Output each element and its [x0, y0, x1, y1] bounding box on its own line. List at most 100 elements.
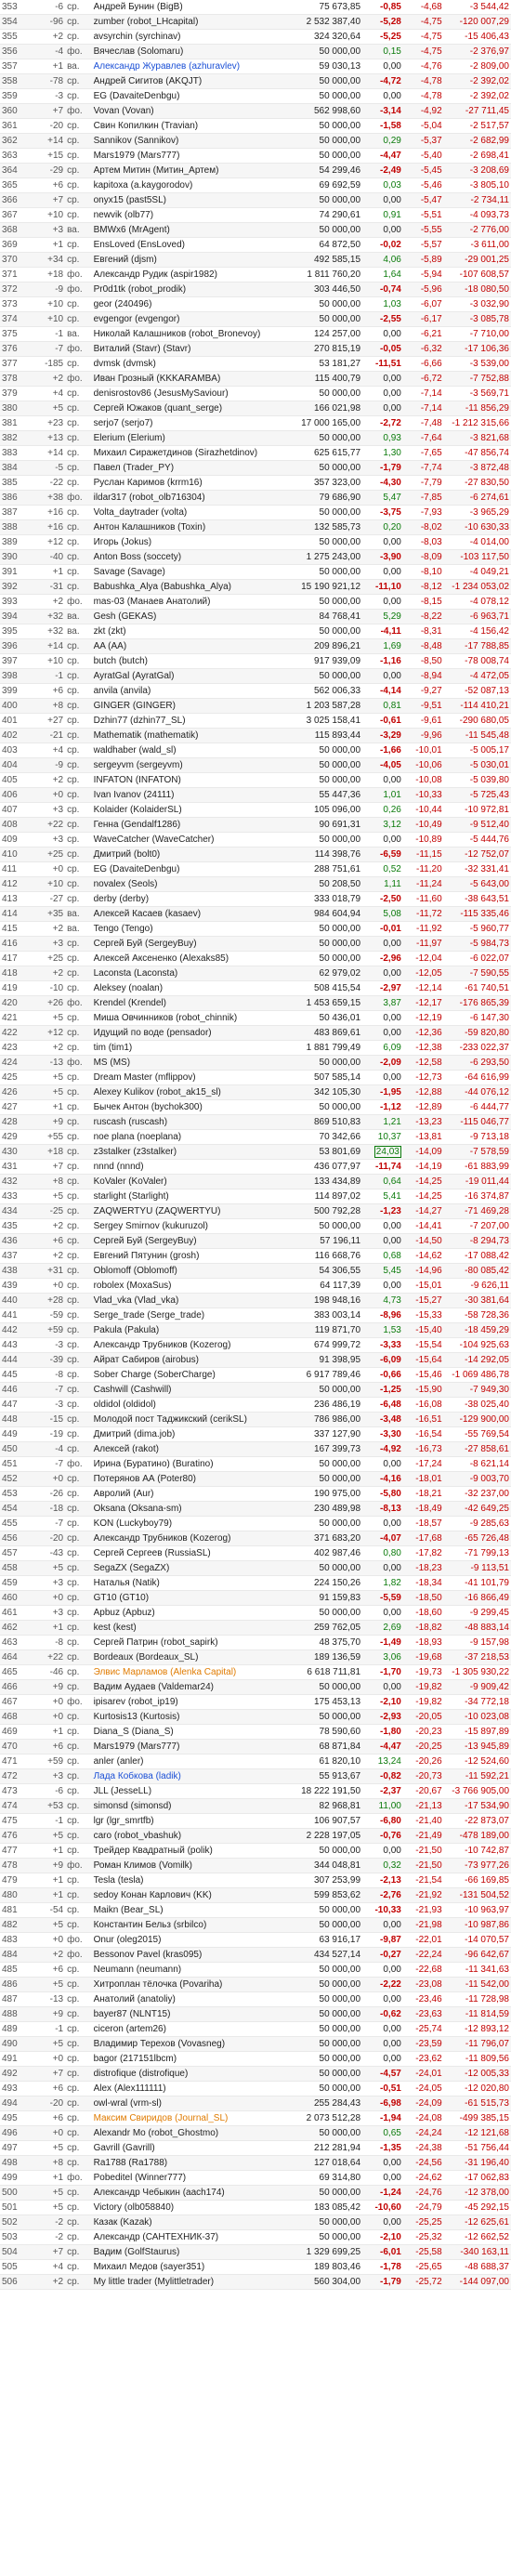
table-row[interactable]: 429 +55 ср. noe plana (noeplana) 70 342,66 10… [0, 1129, 511, 1145]
participant-name-cell[interactable]: Алексей Касаев (kasaev) [91, 906, 275, 922]
table-row[interactable]: 469 +1 ср. Diana_S (Diana_S) 78 590,60 -1,80-… [0, 1724, 511, 1740]
table-row[interactable]: 436 +6 ср. Сергей Буй (SergeyBuy) 57 196,11 0… [0, 1233, 511, 1249]
participant-name-cell[interactable]: EG (DavaiteDenbgu) [91, 861, 275, 877]
participant-name-cell[interactable]: GT10 (GT10) [91, 1590, 275, 1606]
table-row[interactable]: 454 -18 ср. Oksana (Oksana-sm) 230 489,98 -8,… [0, 1501, 511, 1517]
table-row[interactable]: 372 -9 фо. Pr0d1tk (robot_prodik) 303 446,50… [0, 282, 511, 297]
participant-name-cell[interactable]: Krendel (Krendel) [91, 995, 275, 1011]
table-row[interactable]: 450 -4 ср. Алексей (rakot) 167 399,73 -4,92 -1… [0, 1441, 511, 1457]
participant-name-cell[interactable]: Андрей Сигитов (AKQJT) [91, 73, 275, 89]
table-row[interactable]: 501 +5 ср. Victory (olb058840) 183 085,42 -10… [0, 2200, 511, 2215]
participant-name-cell[interactable]: Михаил Сиражетдинов (Sirazhetdinov) [91, 445, 275, 461]
participant-name-cell[interactable]: Генна (Gendalf1286) [91, 817, 275, 833]
participant-name-cell[interactable]: denisrostov86 (JesusMySaviour) [91, 386, 275, 401]
table-row[interactable]: 380 +5 ср. Сергей Южаков (quant_serge) 166 0… [0, 401, 511, 416]
participant-name-cell[interactable]: Oksana (Oksana-sm) [91, 1501, 275, 1517]
table-row[interactable]: 443 -3 ср. Александр Трубников (Kozerog) 674… [0, 1337, 511, 1353]
table-row[interactable]: 388 +16 ср. Антон Калашников (Toxin) 132 585… [0, 519, 511, 535]
participant-name-cell[interactable]: Mars1979 (Mars777) [91, 1739, 275, 1755]
table-row[interactable]: 460 +0 ср. GT10 (GT10) 91 159,83 -5,59 -18,50-… [0, 1590, 511, 1606]
table-row[interactable]: 371 +18 фо. Александр Рудик (aspir1982) 1 81… [0, 267, 511, 283]
participant-name-cell[interactable]: Александр Трубников (Kozerog) [91, 1337, 275, 1353]
participant-name-cell[interactable]: Иван Грозный (KKKARAMBA) [91, 371, 275, 387]
participant-name-cell[interactable]: Tengo (Tengo) [91, 921, 275, 937]
table-row[interactable]: 456 -20 ср. Александр Трубников (Kozerog) 37… [0, 1531, 511, 1546]
participant-name-cell[interactable]: sergeyvm (sergeyvm) [91, 757, 275, 773]
table-row[interactable]: 362 +14 ср. Sannikov (Sannikov) 50 000,00 0,2… [0, 133, 511, 149]
table-row[interactable]: 474 +53 ср. simonsd (simonsd) 82 968,81 11,00… [0, 1798, 511, 1814]
table-row[interactable]: 475 -1 ср. lgr (lgr_smrtfb) 106 907,57 -6,80-… [0, 1813, 511, 1829]
participant-name-cell[interactable]: onyx15 (past5SL) [91, 192, 275, 208]
table-row[interactable]: 385 -22 ср. Руслан Каримов (krrm16) 357 323,… [0, 475, 511, 491]
table-row[interactable]: 452 +0 ср. Потерянов АА (Poter80) 50 000,00-… [0, 1471, 511, 1487]
participant-name-cell[interactable]: anler (anler) [91, 1754, 275, 1769]
table-row[interactable]: 503 -2 ср. Александр (САНТЕХНИК-37) 50 000,0… [0, 2229, 511, 2245]
table-row[interactable]: 442 +59 ср. Pakula (Pakula) 119 871,70 1,53 -1… [0, 1322, 511, 1338]
participant-name-cell[interactable]: mas-03 (Манаев Анатолий) [91, 594, 275, 610]
table-row[interactable]: 376 -7 фо. Виталий (Stavr) (Stavr) 270 815,1… [0, 341, 511, 357]
table-row[interactable]: 420 +26 фо. Krendel (Krendel) 1 453 659,15 3,… [0, 995, 511, 1011]
participant-name-cell[interactable]: distrofique (distrofique) [91, 2066, 275, 2082]
participant-name-cell[interactable]: newvik (olb77) [91, 207, 275, 223]
table-row[interactable]: 381 +23 ср. serjo7 (serjo7) 17 000 165,00 -2,… [0, 415, 511, 431]
participant-name-cell[interactable]: waldhaber (wald_sl) [91, 743, 275, 758]
participant-name-cell[interactable]: INFATON (INFATON) [91, 772, 275, 788]
participant-name-cell[interactable]: Mars1979 (Mars777) [91, 148, 275, 164]
table-row[interactable]: 477 +1 ср. Трейдер Квадратный (polik) 50 000… [0, 1843, 511, 1859]
participant-name-cell[interactable]: Потерянов АА (Poter80) [91, 1471, 275, 1487]
participant-name-cell[interactable]: Gesh (GEKAS) [91, 609, 275, 624]
table-row[interactable]: 370 +34 ср. Евгений (djsm) 492 585,15 4,06 -5,… [0, 252, 511, 268]
table-row[interactable]: 375 -1 ва. Николай Калашников (robot_Bronev… [0, 326, 511, 342]
table-row[interactable]: 440 +28 ср. Vlad_vka (Vlad_vka) 198 948,16 4,… [0, 1293, 511, 1308]
participant-name-cell[interactable]: Pakula (Pakula) [91, 1322, 275, 1338]
table-row[interactable]: 446 -7 ср. Cashwill (Cashwill) 50 000,00 -1,2… [0, 1382, 511, 1398]
participant-name-cell[interactable]: SegaZX (SegaZX) [91, 1560, 275, 1576]
table-row[interactable]: 473 -6 ср. JLL (JesseLL) 18 222 191,50 -2,37-… [0, 1783, 511, 1799]
participant-name-cell[interactable]: EnsLoved (EnsLoved) [91, 237, 275, 253]
participant-name-cell[interactable]: Sergey Smirnov (kukuruzol) [91, 1218, 275, 1234]
table-row[interactable]: 365 +6 ср. kapitoxa (a.kaygorodov) 69 692,59… [0, 177, 511, 193]
participant-name-cell[interactable]: Dzhin77 (dzhin77_SL) [91, 713, 275, 729]
table-row[interactable]: 408 +22 ср. Генна (Gendalf1286) 90 691,31 3,1… [0, 817, 511, 833]
table-row[interactable]: 359 -3 ср. EG (DavaiteDenbgu) 50 000,00 0,00-… [0, 88, 511, 104]
table-row[interactable]: 409 +3 ср. WaveCatcher (WaveCatcher) 50 000,… [0, 832, 511, 848]
participant-name-cell[interactable]: KoValer (KoValer) [91, 1174, 275, 1189]
table-row[interactable]: 505 +4 ср. Михаил Медов (sayer351) 189 803,4… [0, 2259, 511, 2275]
participant-name-cell[interactable]: Идущий по воде (pensador) [91, 1025, 275, 1041]
participant-name-cell[interactable]: Антон Калашников (Toxin) [91, 519, 275, 535]
table-row[interactable]: 423 +2 ср. tim (tim1) 1 881 799,49 6,09 -12,38… [0, 1040, 511, 1056]
table-row[interactable]: 430 +18 ср. z3stalker (z3stalker) 53 801,69 2… [0, 1144, 511, 1160]
participant-name-cell[interactable]: Oblomoff (Oblomoff) [91, 1263, 275, 1279]
participant-name-cell[interactable]: Volta_daytrader (volta) [91, 505, 275, 520]
participant-name-cell[interactable]: Молодой пост Таджикский (cerikSL) [91, 1412, 275, 1427]
participant-name-cell[interactable]: Дмитрий (bolt0) [91, 847, 275, 862]
table-row[interactable]: 396 +14 ср. AA (AA) 209 896,21 1,69 -8,48 -17 7… [0, 638, 511, 654]
table-row[interactable]: 391 +1 ср. Savage (Savage) 50 000,00 0,00 -8,1… [0, 564, 511, 580]
participant-name-cell[interactable]: GINGER (GINGER) [91, 698, 275, 714]
table-row[interactable]: 422 +12 ср. Идущий по воде (pensador) 483 86… [0, 1025, 511, 1041]
table-row[interactable]: 384 -5 ср. Павел (Trader_PY) 50 000,00 -1,79-… [0, 460, 511, 476]
participant-name-cell[interactable]: Александр Трубников (Kozerog) [91, 1531, 275, 1546]
table-row[interactable]: 483 +0 фо. Onur (oleg2015) 63 916,17 -9,87 -22… [0, 1932, 511, 1948]
participant-name-cell[interactable]: JLL (JesseLL) [91, 1783, 275, 1799]
participant-name-cell[interactable]: Alexandr Mo (robot_Ghostmo) [91, 2125, 275, 2141]
table-row[interactable]: 407 +3 ср. Kolaider (KolaiderSL) 105 096,00 0… [0, 802, 511, 818]
table-row[interactable]: 470 +6 ср. Mars1979 (Mars777) 68 871,84 -4,47… [0, 1739, 511, 1755]
table-row[interactable]: 373 +10 ср. geor (240496) 50 000,00 1,03 -6,07… [0, 296, 511, 312]
table-row[interactable]: 364 -29 ср. Артем Митин (Митин_Артем) 54 299… [0, 163, 511, 178]
table-row[interactable]: 500 +5 ср. Александр Чебыкин (aach174) 50 00… [0, 2185, 511, 2201]
participant-name-cell[interactable]: Diana_S (Diana_S) [91, 1724, 275, 1740]
table-row[interactable]: 404 -9 ср. sergeyvm (sergeyvm) 50 000,00 -4,0… [0, 757, 511, 773]
table-row[interactable]: 405 +2 ср. INFATON (INFATON) 50 000,00 0,00 -1… [0, 772, 511, 788]
participant-name-cell[interactable]: ipisarev (robot_ip19) [91, 1694, 275, 1710]
table-row[interactable]: 406 +0 ср. Ivan Ivanov (24111) 55 447,36 1,01… [0, 787, 511, 803]
participant-name-cell[interactable]: Александр Журавлев (azhuravlev) [91, 59, 275, 74]
participant-name-cell[interactable]: Авролий (Aur) [91, 1486, 275, 1502]
table-row[interactable]: 433 +5 ср. starlight (Starlight) 114 897,02 5… [0, 1189, 511, 1204]
table-row[interactable]: 490 +5 ср. Владимир Терехов (Vovasneg) 50 00… [0, 2036, 511, 2052]
participant-name-cell[interactable]: bagor (217151lbcm) [91, 2051, 275, 2067]
participant-name-cell[interactable]: Elerium (Elerium) [91, 430, 275, 446]
table-row[interactable]: 426 +5 ср. Alexey Kulikov (robot_ak15_sl) 34… [0, 1084, 511, 1100]
table-row[interactable]: 425 +5 ср. Dream Master (mflippov) 507 585,1… [0, 1070, 511, 1085]
table-row[interactable]: 493 +6 ср. Alex (Alex111111) 50 000,00 -0,51-… [0, 2081, 511, 2096]
